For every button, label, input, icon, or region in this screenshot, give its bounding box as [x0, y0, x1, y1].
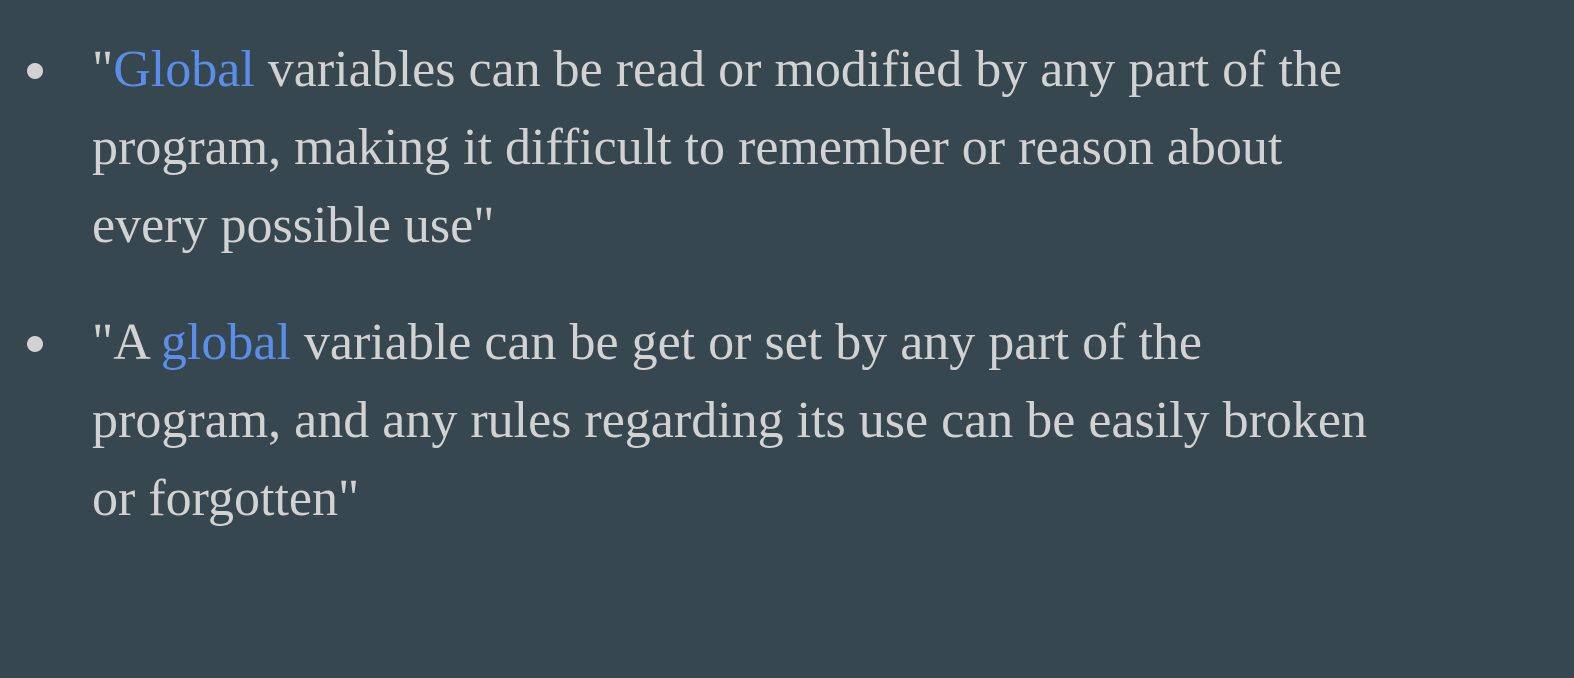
text-line: or forgotten" [92, 470, 360, 527]
text: " [92, 41, 114, 98]
bullet-icon [27, 336, 43, 352]
text-line: "A global variable can be get or set by … [92, 304, 1574, 382]
highlighted-term[interactable]: global [161, 314, 291, 371]
quote-list: "Global variables can be read or modifie… [0, 31, 1574, 577]
text: variables can be read or modified by any… [254, 41, 1342, 98]
text-line: program, making it difficult to remember… [92, 119, 1283, 176]
list-item: "Global variables can be read or modifie… [0, 31, 1574, 265]
bullet-icon [27, 63, 43, 79]
text: "A [92, 314, 161, 371]
text-line: "Global variables can be read or modifie… [92, 31, 1574, 109]
list-item: "A global variable can be get or set by … [0, 304, 1574, 538]
highlighted-term[interactable]: Global [113, 41, 255, 98]
text-line: program, and any rules regarding its use… [92, 392, 1368, 449]
text-line: every possible use" [92, 197, 495, 254]
text: variable can be get or set by any part o… [290, 314, 1202, 371]
